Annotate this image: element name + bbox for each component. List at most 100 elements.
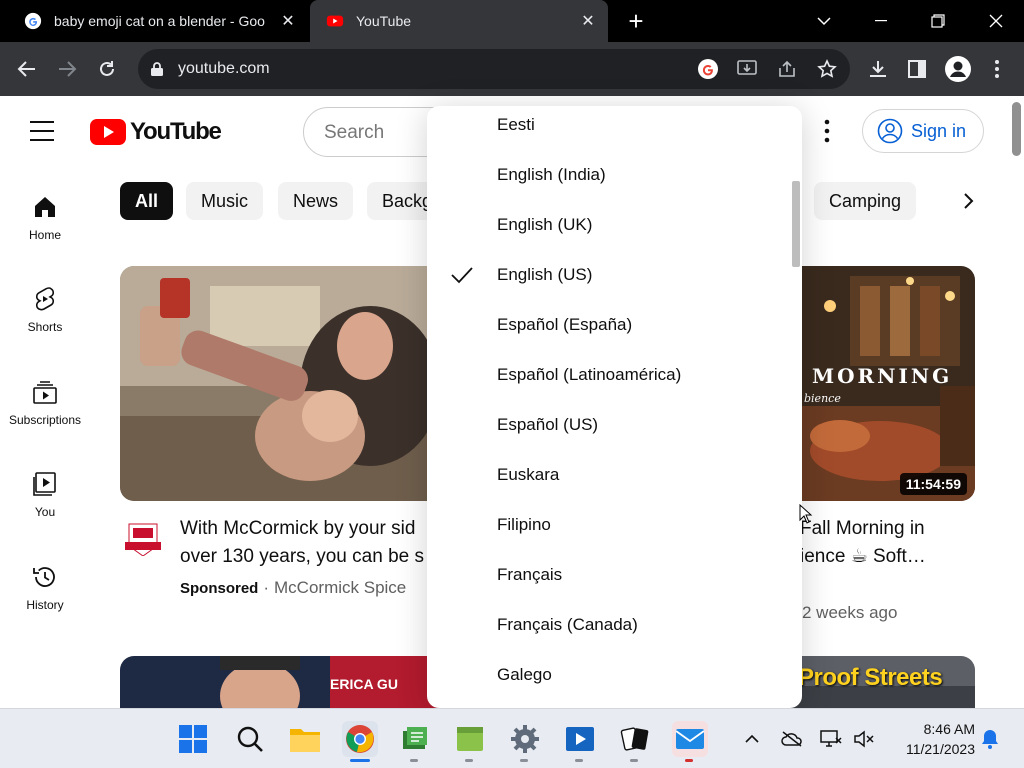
tab-youtube[interactable]: YouTube ✕ (310, 0, 608, 42)
notepad-icon[interactable] (452, 721, 488, 757)
thumbnail-overlay-text: ERICA GU (330, 676, 398, 692)
chip-news[interactable]: News (278, 182, 354, 220)
language-option[interactable]: Eesti (427, 106, 802, 150)
chips-next-chevron-icon[interactable] (954, 186, 984, 216)
video-title[interactable]: With McCormick by your sid (180, 515, 430, 543)
install-app-icon[interactable] (736, 58, 758, 80)
video-upload-date: 2 weeks ago (802, 603, 898, 622)
close-tab-icon[interactable]: ✕ (278, 11, 298, 31)
thumbnail-overlay-text: MORNING (812, 364, 953, 388)
settings-more-icon[interactable] (815, 118, 839, 144)
nav-subscriptions[interactable]: Subscriptions (0, 379, 90, 451)
windows-start-icon[interactable] (175, 721, 211, 757)
tab-title: baby emoji cat on a blender - Goo (54, 13, 265, 29)
channel-name[interactable]: McCormick Spice (274, 578, 406, 598)
google-lens-icon[interactable] (697, 58, 719, 80)
bookmark-star-icon[interactable] (816, 58, 838, 80)
nav-history[interactable]: History (0, 564, 90, 636)
active-app-indicator (350, 759, 370, 762)
video-title-line2[interactable]: ience ☕ Soft… (800, 543, 1000, 571)
media-player-icon[interactable] (562, 721, 598, 757)
youtube-logo[interactable]: YouTube (90, 118, 222, 146)
language-option[interactable]: Filipino (427, 500, 802, 550)
chip-all[interactable]: All (120, 182, 174, 220)
language-option[interactable]: Español (US) (427, 400, 802, 450)
running-app-indicator (520, 759, 528, 762)
app-icon-sheets[interactable] (397, 721, 433, 757)
video-meta: Sponsored · McCormick Spice (180, 578, 430, 598)
video-duration: 11:54:59 (899, 473, 967, 495)
address-bar[interactable]: youtube.com (138, 49, 850, 89)
side-panel-icon[interactable] (902, 54, 932, 84)
settings-gear-icon[interactable] (507, 721, 543, 757)
back-arrow-icon[interactable] (12, 54, 42, 84)
language-option[interactable]: Euskara (427, 450, 802, 500)
shorts-icon (35, 287, 55, 311)
mccormick-channel-logo[interactable] (123, 522, 163, 557)
language-option[interactable]: English (India) (427, 150, 802, 200)
taskbar-clock[interactable]: 8:46 AM 11/21/2023 (885, 719, 975, 759)
profile-avatar-icon[interactable] (943, 54, 973, 84)
nav-you[interactable]: You (0, 471, 90, 543)
nav-shorts[interactable]: Shorts (0, 286, 90, 358)
new-tab-button[interactable]: + (620, 6, 652, 36)
video-thumbnail-row2-right[interactable]: Proof Streets (790, 656, 975, 708)
language-menu: Eesti English (India) English (UK) Engli… (427, 106, 802, 708)
chip-camping[interactable]: Camping (814, 182, 917, 220)
network-icon[interactable] (819, 727, 843, 751)
video-thumbnail-fall-morning[interactable]: MORNING bience 11:54:59 (790, 266, 975, 501)
restore-icon[interactable] (910, 0, 966, 42)
youtube-logo-icon (90, 119, 126, 145)
video-thumbnail-mccormick[interactable] (120, 266, 450, 501)
chrome-menu-icon[interactable] (982, 54, 1012, 84)
nav-label: You (34, 505, 56, 519)
video-thumbnail-row2-left[interactable]: ERICA GU (120, 656, 450, 708)
language-menu-scrollbar[interactable] (792, 181, 800, 267)
logo-text: YouTube (130, 118, 222, 145)
tab-search-chevron-icon[interactable] (796, 0, 852, 42)
onedrive-offline-icon[interactable] (780, 727, 804, 751)
close-window-icon[interactable] (968, 0, 1024, 42)
language-option[interactable]: Español (España) (427, 300, 802, 350)
nav-label: Subscriptions (8, 413, 82, 427)
chrome-taskbar-icon[interactable] (342, 721, 378, 757)
mail-icon[interactable] (672, 721, 708, 757)
reload-icon[interactable] (92, 54, 122, 84)
notification-bell-icon[interactable] (978, 727, 1002, 751)
language-option[interactable]: Galego (427, 650, 802, 700)
close-tab-icon[interactable]: ✕ (578, 11, 598, 31)
minimize-icon[interactable] (853, 0, 909, 42)
tab-google-search[interactable]: baby emoji cat on a blender - Goo ✕ (8, 0, 308, 42)
language-option[interactable]: Español (Latinoamérica) (427, 350, 802, 400)
browser-toolbar: youtube.com (0, 42, 1024, 96)
forward-arrow-icon[interactable] (52, 54, 82, 84)
tray-overflow-chevron-icon[interactable] (740, 727, 764, 751)
language-option[interactable]: Français (Canada) (427, 600, 802, 650)
nav-home[interactable]: Home (0, 194, 90, 266)
downloads-icon[interactable] (863, 54, 893, 84)
language-option-selected[interactable]: English (US) (427, 250, 802, 300)
video-title[interactable]: Fall Morning in (800, 515, 1000, 543)
nav-label: History (26, 598, 64, 612)
nav-label: Home (28, 228, 61, 242)
chip-music[interactable]: Music (186, 182, 264, 220)
you-icon (33, 472, 56, 496)
language-option[interactable]: English (UK) (427, 200, 802, 250)
file-explorer-icon[interactable] (287, 721, 323, 757)
search-icon[interactable] (232, 721, 268, 757)
thumbnail-overlay-text: Proof Streets (798, 664, 943, 691)
video-title-line2[interactable]: over 130 years, you can be s (180, 543, 430, 571)
page-scrollbar-thumb[interactable] (1012, 102, 1021, 156)
page-scrollbar[interactable] (1010, 96, 1024, 708)
sign-in-button[interactable]: Sign in (862, 109, 984, 153)
browser-tab-strip: baby emoji cat on a blender - Goo ✕ YouT… (0, 0, 1024, 42)
solitaire-cards-icon[interactable] (617, 721, 653, 757)
volume-muted-icon[interactable] (852, 727, 876, 751)
thumbnail-image (120, 656, 450, 708)
lock-icon[interactable] (150, 61, 164, 77)
account-circle-icon (877, 118, 903, 144)
sign-in-label: Sign in (911, 120, 967, 141)
language-option[interactable]: Français (427, 550, 802, 600)
hamburger-menu-icon[interactable] (30, 120, 60, 142)
share-icon[interactable] (776, 58, 798, 80)
